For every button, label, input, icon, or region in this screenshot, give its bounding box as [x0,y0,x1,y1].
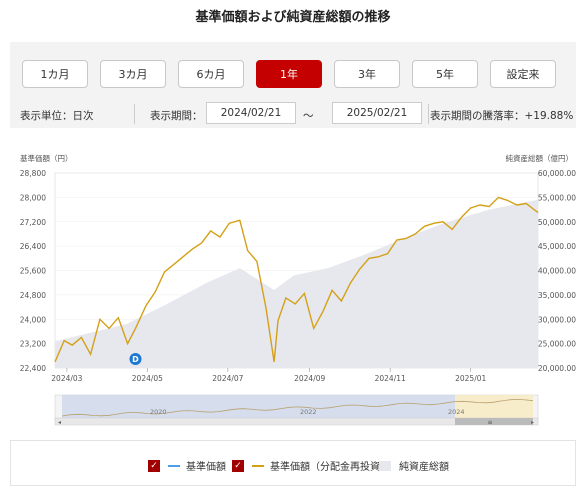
change-rate-label: 表示期間の騰落率：+19.88% [430,110,574,122]
x-tick-label: 2024/03 [51,374,82,383]
right-tick-label: 60,000.00 [538,169,576,178]
divider [428,104,429,124]
right-tick-label: 50,000.00 [538,218,576,227]
start-date-field[interactable]: 2024/02/21 [206,102,296,124]
scrollbar-grip-icon[interactable]: ≡ [487,419,492,426]
right-tick-label: 30,000.00 [538,315,576,324]
chart-legend: ✓ 基準価額 ✓ 基準価額（分配金再投資） 純資産総額 [10,440,576,486]
left-tick-label: 24,800 [20,291,46,300]
dividend-marker-label: D [132,355,139,364]
x-tick-label: 2024/05 [132,374,163,383]
scroll-left-arrow-icon[interactable]: ◂ [58,419,61,426]
left-axis-title: 基準価額（円） [20,153,73,163]
period-label: 表示期間： [150,110,203,122]
navigator-tick-label: 2024 [448,408,465,416]
blue-line-swatch-icon [168,464,180,467]
x-tick-label: 2025/01 [455,374,486,383]
left-tick-label: 24,000 [20,315,46,324]
dividend-marker[interactable]: D [129,353,142,365]
tab-1-month[interactable]: 1カ月 [22,60,88,88]
period-control-panel: 1カ月 3カ月 6カ月 1年 3年 5年 設定来 表示単位：日次 表示期間： 2… [10,42,576,128]
navigator-selected-range[interactable] [455,395,533,421]
legend-item-net-assets: 純資産総額 [379,458,449,473]
left-tick-label: 26,400 [20,242,46,251]
legend-label: 基準価額 [186,462,226,473]
checkbox-checked-icon[interactable]: ✓ [148,459,160,472]
left-tick-label: 22,400 [20,364,46,373]
right-axis-title: 純資産総額（億円） [506,153,574,163]
left-tick-label: 23,200 [20,340,46,349]
navigator-tick-label: 2020 [150,408,167,416]
x-tick-label: 2024/07 [212,374,243,383]
legend-label: 基準価額（分配金再投資） [270,462,390,473]
left-tick-label: 27,200 [20,218,46,227]
period-info-row: 表示単位：日次 表示期間： 2024/02/21 〜 2025/02/21 表示… [10,100,576,128]
right-tick-label: 40,000.00 [538,267,576,276]
x-tick-label: 2024/09 [294,374,325,383]
tab-3-months[interactable]: 3カ月 [100,60,166,88]
tab-3-years[interactable]: 3年 [334,60,400,88]
left-tick-label: 28,000 [20,193,46,202]
end-date-field[interactable]: 2025/02/21 [332,102,422,124]
navigator-tick-label: 2022 [300,408,317,416]
page-title: 基準価額および純資産総額の推移 [195,10,391,25]
tab-1-year[interactable]: 1年 [256,60,322,88]
left-tick-label: 25,600 [20,267,46,276]
navigator-scrollbar-thumb[interactable] [455,418,533,425]
date-tilde: 〜 [303,110,314,122]
left-tick-label: 28,800 [20,169,46,178]
right-tick-label: 55,000.00 [538,193,576,202]
right-tick-label: 45,000.00 [538,242,576,251]
scroll-right-arrow-icon[interactable]: ▸ [531,419,534,426]
legend-label: 純資産総額 [399,462,449,473]
checkbox-checked-icon[interactable]: ✓ [232,459,244,472]
right-tick-label: 35,000.00 [538,291,576,300]
unit-label: 表示単位：日次 [20,110,94,122]
tab-6-months[interactable]: 6カ月 [178,60,244,88]
area-swatch-icon [379,460,391,471]
divider [134,104,135,124]
navigator-unselected-range [62,395,455,421]
tab-5-years[interactable]: 5年 [412,60,478,88]
right-tick-label: 20,000.00 [538,364,576,373]
nav-chart: 基準価額（円） 純資産総額（億円） 28,800 28,000 27,200 26,4… [20,153,576,426]
legend-item-nav[interactable]: ✓ 基準価額 [148,458,226,473]
tab-since-inception[interactable]: 設定来 [490,60,556,88]
range-navigator[interactable]: 2020 2022 2024 ◂ ▸ ≡ [54,394,539,426]
gold-line-swatch-icon [252,464,264,467]
x-tick-label: 2024/11 [375,374,406,383]
legend-item-nav-reinvested[interactable]: ✓ 基準価額（分配金再投資） [232,458,390,473]
right-tick-label: 25,000.00 [538,340,576,349]
